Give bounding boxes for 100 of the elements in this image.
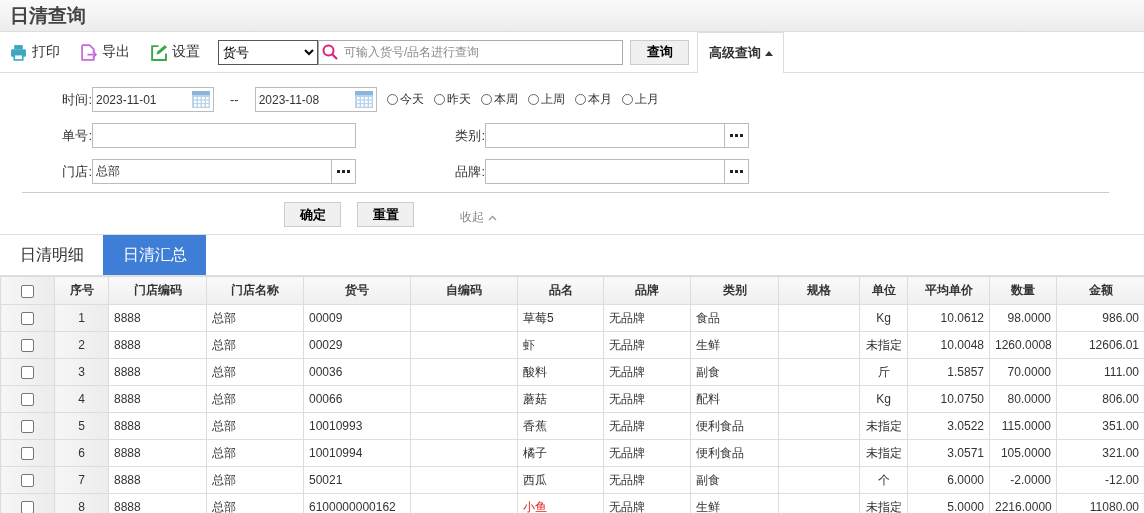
table-cell: 总部 [206, 331, 304, 359]
field-label: 时间: [61, 90, 92, 109]
row-checkbox[interactable] [21, 339, 34, 353]
range-separator: -- [230, 92, 239, 107]
table-cell: 橘子 [517, 439, 604, 467]
table-cell: 115.0000 [989, 412, 1057, 440]
table-cell: 10.0048 [907, 331, 990, 359]
settings-button[interactable]: 设置 [150, 43, 200, 61]
row-checkbox[interactable] [21, 312, 34, 326]
table-cell: 50021 [303, 466, 411, 494]
table-cell: 总部 [206, 385, 304, 413]
column-header: 品名 [517, 276, 604, 305]
radio-option[interactable]: 昨天 [433, 91, 471, 108]
table-cell: 00029 [303, 331, 411, 359]
table-cell: 10010994 [303, 439, 411, 467]
table-cell: 无品牌 [603, 412, 691, 440]
column-header: 序号 [54, 276, 109, 305]
date-field[interactable]: 2023-11-01 [92, 87, 214, 112]
table-cell: 6.0000 [907, 466, 990, 494]
table-cell: 00066 [303, 385, 411, 413]
table-cell: 3.0522 [907, 412, 990, 440]
table-cell: 8888 [108, 439, 207, 467]
row-checkbox[interactable] [21, 501, 34, 513]
field-select[interactable]: 货号 [218, 39, 318, 65]
table-cell: 8888 [108, 331, 207, 359]
select-all-checkbox[interactable] [21, 284, 34, 298]
advanced-search-tab[interactable]: 高级查询 [697, 32, 784, 73]
radio-option[interactable]: 上月 [621, 91, 659, 108]
table-cell: 斤 [859, 358, 908, 386]
export-file-icon [80, 43, 97, 61]
query-button[interactable]: 查询 [630, 39, 689, 65]
search-field[interactable]: 可输入货号/品名进行查询 [318, 39, 623, 65]
column-header: 自编码 [410, 276, 518, 305]
table-cell: 生鲜 [690, 331, 779, 359]
table-cell: 10.0612 [907, 304, 990, 332]
table-cell: 虾 [517, 331, 604, 359]
table-cell: 未指定 [859, 439, 908, 467]
table-cell: 便利食品 [690, 439, 779, 467]
table-cell: 无品牌 [603, 439, 691, 467]
field-label: 单号: [61, 126, 92, 145]
radio-option[interactable]: 本月 [574, 91, 612, 108]
table-cell: 10.0750 [907, 385, 990, 413]
table-cell: 总部 [206, 304, 304, 332]
reset-button[interactable]: 重置 [357, 202, 414, 227]
table-cell: 总部 [206, 358, 304, 386]
chevron-up-icon [488, 214, 497, 221]
table-cell: 105.0000 [989, 439, 1057, 467]
table-cell: 蘑菇 [517, 385, 604, 413]
column-header: 规格 [778, 276, 860, 305]
table-cell: -2.0000 [989, 466, 1057, 494]
export-button[interactable]: 导出 [80, 43, 130, 61]
table-cell: 8888 [108, 466, 207, 494]
table-cell: 食品 [690, 304, 779, 332]
tab[interactable]: 日清明细 [0, 235, 103, 275]
column-header: 类别 [690, 276, 779, 305]
table-cell: 8888 [108, 412, 207, 440]
column-header: 平均单价 [907, 276, 990, 305]
radio-option[interactable]: 今天 [386, 91, 424, 108]
input-field[interactable]: 总部 [92, 159, 356, 184]
table-cell: Kg [859, 385, 908, 413]
print-button[interactable]: 打印 [10, 43, 60, 61]
table-cell: 3.0571 [907, 439, 990, 467]
printer-icon [10, 43, 27, 61]
date-field[interactable]: 2023-11-08 [254, 87, 377, 112]
table-cell: 副食 [690, 358, 779, 386]
table-cell: 8888 [108, 304, 207, 332]
caret-icon [764, 50, 773, 56]
column-header: 单位 [859, 276, 908, 305]
input-field[interactable] [485, 123, 749, 148]
table-cell: Kg [859, 304, 908, 332]
input-field[interactable] [92, 123, 356, 148]
radio-option[interactable]: 上周 [527, 91, 565, 108]
field-label: 类别: [454, 126, 485, 145]
collapse-link[interactable]: 收起 [460, 209, 497, 226]
table-cell: 便利食品 [690, 412, 779, 440]
row-checkbox[interactable] [21, 474, 34, 488]
table-cell: 西瓜 [517, 466, 604, 494]
input-field[interactable] [485, 159, 749, 184]
table-cell: 配料 [690, 385, 779, 413]
row-checkbox[interactable] [21, 366, 34, 380]
table-cell: 无品牌 [603, 385, 691, 413]
column-header: 数量 [989, 276, 1057, 305]
table-cell: 80.0000 [989, 385, 1057, 413]
row-checkbox[interactable] [21, 393, 34, 407]
table-cell: 00036 [303, 358, 411, 386]
table-cell: 总部 [206, 466, 304, 494]
row-checkbox[interactable] [21, 420, 34, 434]
radio-option[interactable]: 本周 [480, 91, 518, 108]
row-checkbox[interactable] [21, 447, 34, 461]
tab[interactable]: 日清汇总 [103, 235, 206, 275]
table-cell: 香蕉 [517, 412, 604, 440]
confirm-button[interactable]: 确定 [284, 202, 341, 227]
table-cell: 00009 [303, 304, 411, 332]
table-cell: 无品牌 [603, 466, 691, 494]
table-cell: 未指定 [859, 331, 908, 359]
table-cell: 70.0000 [989, 358, 1057, 386]
table-cell: 8888 [108, 385, 207, 413]
table-cell: 98.0000 [989, 304, 1057, 332]
table-cell: 1260.0008 [989, 331, 1057, 359]
table-cell: 总部 [206, 439, 304, 467]
